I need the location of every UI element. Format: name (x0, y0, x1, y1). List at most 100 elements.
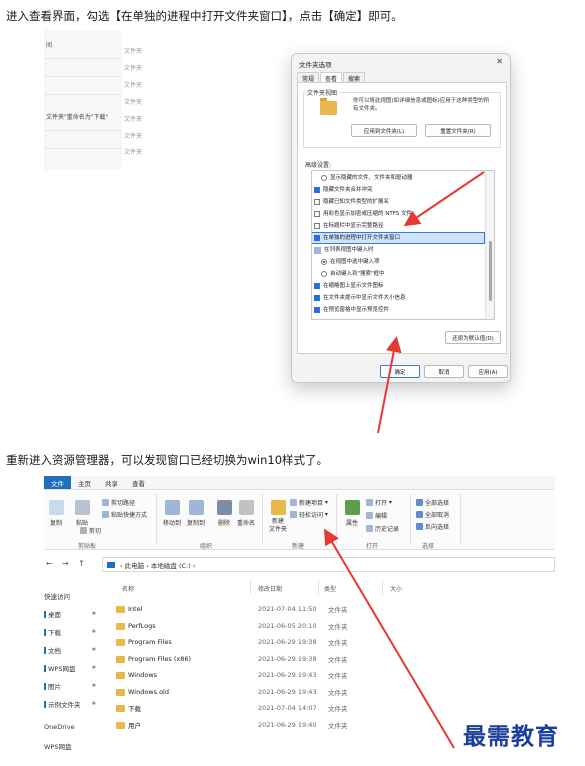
copy-icon (48, 500, 64, 515)
bg-kind: 文件夹 (124, 65, 143, 72)
checkbox[interactable] (314, 307, 320, 313)
sidebar-item[interactable]: OneDrive (44, 723, 100, 731)
sidebar-item[interactable]: WPS网盘 ✱ (44, 663, 100, 673)
column-date[interactable]: 修改日期 (258, 584, 282, 593)
sidebar-item[interactable]: 桌面 ✱ (44, 609, 100, 619)
copy-to-button[interactable]: 复制到 (186, 500, 206, 527)
sidebar-item[interactable]: 示例文件夹 ✱ (44, 699, 100, 709)
advanced-setting-item[interactable]: 在视图中选中键入项 (312, 257, 484, 267)
apply-to-folders-button[interactable]: 应用到文件夹(L) (351, 124, 417, 137)
new-folder-button[interactable]: 新建 文件夹 (266, 500, 290, 534)
advanced-settings-tree[interactable]: 显示隐藏的文件、文件夹和驱动器 隐藏文件夹合并冲突 隐藏已知文件类型的扩展名 用彩色显… (311, 170, 495, 320)
reset-folders-button[interactable]: 重置文件夹(R) (425, 124, 491, 137)
file-row[interactable]: Program Files 2021-06-29 19:38 文件夹 (114, 634, 534, 650)
checkbox[interactable] (314, 295, 320, 301)
cancel-button[interactable]: 取消 (424, 365, 464, 378)
file-row[interactable]: Windows 2021-06-29 19:43 文件夹 (114, 667, 534, 683)
properties-button[interactable]: 属性 (342, 500, 362, 527)
select-all-button[interactable]: 全部选择 (416, 498, 449, 507)
rename-button[interactable]: 重命名 (236, 500, 256, 527)
new-item-button[interactable]: 新建项目 ▾ (290, 498, 328, 507)
folder-icon (44, 664, 46, 672)
checkbox[interactable] (314, 283, 320, 289)
setting-label: 在单独的进程中打开文件夹窗口 (323, 235, 401, 241)
pin-icon: ✱ (91, 611, 96, 617)
ok-button[interactable]: 确定 (380, 365, 420, 378)
edit-button[interactable]: 编辑 (366, 511, 387, 520)
copy-path-label: 剪切路径 (111, 500, 136, 507)
history-button[interactable]: 历史记录 (366, 524, 399, 533)
address-bar[interactable]: › 此电脑 › 本地磁盘 (C:) › (102, 557, 555, 572)
tree-scrollbar[interactable] (485, 171, 494, 319)
group-open: 打开 (366, 543, 379, 550)
checkbox[interactable] (314, 235, 320, 241)
advanced-setting-item[interactable]: 在列表视图中键入时 (312, 245, 484, 255)
tab-view[interactable]: 查看 (125, 476, 152, 489)
invert-selection-button[interactable]: 反向选择 (416, 522, 449, 531)
advanced-setting-item[interactable]: 自动键入到"搜索"框中 (312, 269, 484, 279)
cut-button[interactable]: 剪切 (80, 526, 101, 535)
checkbox[interactable] (314, 187, 320, 193)
apply-button[interactable]: 应用(A) (468, 365, 508, 378)
column-size[interactable]: 大小 (390, 584, 402, 593)
tab-home[interactable]: 主页 (71, 476, 98, 489)
ribbon: 复制 粘贴 剪切路径 粘贴快捷方式 剪切 剪贴板 移动到 复制到 删除 重命名 … (44, 490, 555, 550)
file-row[interactable]: 下载 2021-07-04 14:07 文件夹 (114, 700, 534, 716)
move-to-button[interactable]: 移动到 (162, 500, 182, 527)
file-row[interactable]: PerfLogs 2021-06-05 20:10 文件夹 (114, 618, 534, 634)
file-row[interactable]: Windows.old 2021-06-29 19:43 文件夹 (114, 684, 534, 700)
advanced-setting-item[interactable]: 在单独的进程中打开文件夹窗口 (312, 232, 485, 244)
radio-button[interactable] (321, 259, 327, 265)
select-all-label: 全部选择 (425, 500, 450, 507)
folder-icon (320, 98, 337, 115)
group-select: 选择 (422, 543, 435, 550)
column-name[interactable]: 名称 (122, 584, 134, 593)
up-icon[interactable]: ↑ (78, 559, 85, 568)
paste-button[interactable]: 粘贴 (72, 500, 92, 527)
advanced-setting-item[interactable]: 在标题栏中显示完整路径 (312, 221, 484, 231)
column-type[interactable]: 类型 (324, 584, 336, 593)
sidebar-item[interactable]: 文档 ✱ (44, 645, 100, 655)
advanced-setting-item[interactable]: 在缩略图上显示文件图标 (312, 281, 484, 291)
checkbox[interactable] (314, 211, 320, 217)
advanced-setting-item[interactable]: 显示隐藏的文件、文件夹和驱动器 (312, 173, 484, 183)
checkbox[interactable] (314, 223, 320, 229)
advanced-setting-item[interactable]: 在文件夹提示中显示文件大小信息 (312, 293, 484, 303)
sidebar-item[interactable]: 快速访问 (44, 591, 100, 601)
copy-button[interactable]: 复制 (46, 500, 66, 527)
advanced-setting-item[interactable]: 隐藏文件夹合并冲突 (312, 185, 484, 195)
tab-share[interactable]: 共享 (98, 476, 125, 489)
back-icon[interactable]: ← (46, 559, 53, 568)
forward-icon[interactable]: → (62, 559, 69, 568)
pin-icon: ✱ (91, 683, 96, 689)
tab-file[interactable]: 文件 (44, 476, 71, 489)
scrollbar-thumb[interactable] (489, 241, 492, 301)
instruction-caption-1: 进入查看界面，勾选【在单独的进程中打开文件夹窗口】，点击【确定】即可。 (6, 9, 403, 23)
advanced-setting-item[interactable]: 在预览窗格中显示预览控件 (312, 305, 484, 315)
advanced-setting-item[interactable]: 用彩色显示加密或压缩的 NTFS 文件 (312, 209, 484, 219)
open-button[interactable]: 打开 ▾ (366, 498, 392, 507)
sidebar-item[interactable]: WPS网盘 (44, 741, 100, 751)
restore-defaults-button[interactable]: 还原为默认值(D) (445, 331, 501, 344)
close-icon[interactable]: ✕ (496, 57, 503, 66)
checkbox[interactable] (314, 199, 320, 205)
open-label: 打开 (375, 500, 388, 507)
paste-shortcut-button[interactable]: 粘贴快捷方式 (102, 510, 147, 519)
file-row[interactable]: Program Files (x86) 2021-06-29 19:38 文件夹 (114, 651, 534, 667)
delete-label: 删除 (217, 520, 230, 527)
file-row[interactable]: Intel 2021-07-04 11:50 文件夹 (114, 601, 534, 617)
sidebar-item[interactable]: 图片 ✱ (44, 681, 100, 691)
radio-button[interactable] (321, 271, 327, 277)
select-none-button[interactable]: 全部取消 (416, 510, 449, 519)
sidebar-item[interactable]: 下载 ✱ (44, 627, 100, 637)
copy-path-icon (102, 499, 109, 506)
folder-icon (116, 705, 125, 712)
advanced-setting-item[interactable]: 隐藏已知文件类型的扩展名 (312, 197, 484, 207)
radio-button[interactable] (321, 175, 327, 181)
delete-icon (216, 500, 232, 515)
copy-path-button[interactable]: 剪切路径 (102, 498, 135, 507)
easy-access-button[interactable]: 轻松访问 ▾ (290, 510, 328, 519)
delete-button[interactable]: 删除 (214, 500, 234, 527)
setting-label: 在预览窗格中显示预览控件 (323, 307, 390, 313)
invert-selection-icon (416, 523, 423, 530)
